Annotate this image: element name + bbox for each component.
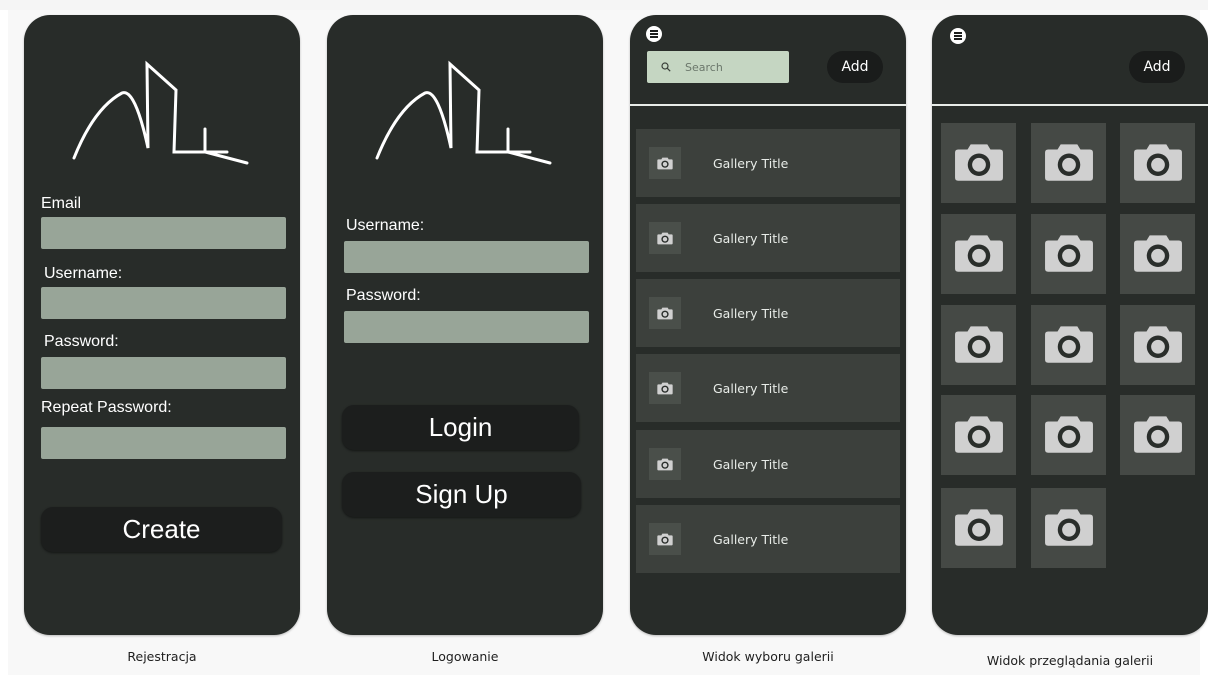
menu-icon[interactable] xyxy=(646,26,662,42)
photo-thumbnail[interactable] xyxy=(1031,395,1106,475)
password-label: Password: xyxy=(44,333,119,350)
top-strip xyxy=(0,0,1208,10)
login-button[interactable]: Login xyxy=(342,405,579,450)
gallery-list-item[interactable]: Gallery Title xyxy=(636,279,900,347)
camera-icon xyxy=(1133,140,1183,187)
gallery-select-caption: Widok wyboru galerii xyxy=(702,649,834,664)
photo-thumbnail[interactable] xyxy=(1031,488,1106,568)
app-logo xyxy=(375,60,552,165)
photo-thumbnail[interactable] xyxy=(1120,123,1195,203)
gallery-list-item[interactable]: Gallery Title xyxy=(636,204,900,272)
gallery-title: Gallery Title xyxy=(713,305,789,321)
username-field[interactable] xyxy=(41,287,286,319)
camera-icon xyxy=(954,322,1004,369)
email-label: Email xyxy=(41,195,82,212)
photo-thumbnail[interactable] xyxy=(941,395,1016,475)
camera-icon xyxy=(954,505,1004,552)
username-label: Username: xyxy=(44,265,123,282)
photo-thumbnail[interactable] xyxy=(941,488,1016,568)
camera-icon xyxy=(649,222,681,254)
gallery-view-caption: Widok przeglądania galerii xyxy=(986,653,1154,668)
gallery-list-item[interactable]: Gallery Title xyxy=(636,354,900,422)
photo-thumbnail[interactable] xyxy=(1120,305,1195,385)
add-gallery-button[interactable]: Add xyxy=(827,51,883,83)
camera-icon xyxy=(649,297,681,329)
login-caption: Logowanie xyxy=(431,649,499,664)
camera-icon xyxy=(1044,412,1094,459)
username-field[interactable] xyxy=(344,241,589,273)
menu-icon[interactable] xyxy=(950,28,966,44)
camera-icon xyxy=(954,231,1004,278)
password-field[interactable] xyxy=(344,311,589,343)
password-label: Password: xyxy=(346,287,421,304)
camera-icon xyxy=(1044,140,1094,187)
gallery-select-screen: Add Gallery Title Gallery Title Gallery Ti… xyxy=(630,15,906,635)
search-bar[interactable] xyxy=(647,51,789,83)
add-photo-button[interactable]: Add xyxy=(1129,51,1185,83)
repeat-password-label: Repeat Password: xyxy=(41,399,172,416)
camera-icon xyxy=(649,523,681,555)
camera-icon xyxy=(1133,412,1183,459)
search-icon xyxy=(661,62,671,72)
photo-thumbnail[interactable] xyxy=(941,305,1016,385)
gallery-title: Gallery Title xyxy=(713,230,789,246)
header-divider xyxy=(932,104,1208,106)
camera-icon xyxy=(1044,231,1094,278)
photo-thumbnail[interactable] xyxy=(941,214,1016,294)
camera-icon xyxy=(954,140,1004,187)
gallery-list-item[interactable]: Gallery Title xyxy=(636,129,900,197)
register-screen: Email Username: Password: Repeat Passwor… xyxy=(24,15,300,635)
camera-icon xyxy=(1044,322,1094,369)
camera-icon xyxy=(649,448,681,480)
photo-thumbnail[interactable] xyxy=(941,123,1016,203)
gallery-list-item[interactable]: Gallery Title xyxy=(636,430,900,498)
search-input[interactable] xyxy=(683,59,777,75)
gallery-title: Gallery Title xyxy=(713,380,789,396)
photo-thumbnail[interactable] xyxy=(1031,305,1106,385)
login-screen: Username: Password: Login Sign Up xyxy=(327,15,603,635)
camera-icon xyxy=(649,372,681,404)
create-button[interactable]: Create xyxy=(41,507,282,552)
photo-thumbnail[interactable] xyxy=(1031,214,1106,294)
gallery-title: Gallery Title xyxy=(713,531,789,547)
photo-thumbnail[interactable] xyxy=(1120,214,1195,294)
sign-up-button[interactable]: Sign Up xyxy=(342,472,581,517)
camera-icon xyxy=(649,147,681,179)
username-label: Username: xyxy=(346,217,425,234)
photo-thumbnail[interactable] xyxy=(1120,395,1195,475)
header-divider xyxy=(630,104,906,106)
camera-icon xyxy=(954,412,1004,459)
register-caption: Rejestracja xyxy=(127,649,197,664)
email-field[interactable] xyxy=(41,217,286,249)
camera-icon xyxy=(1133,322,1183,369)
gallery-title: Gallery Title xyxy=(713,456,789,472)
password-field[interactable] xyxy=(41,357,286,389)
camera-icon xyxy=(1044,505,1094,552)
gallery-list-item[interactable]: Gallery Title xyxy=(636,505,900,573)
gallery-view-screen: Add xyxy=(932,15,1208,635)
photo-thumbnail[interactable] xyxy=(1031,123,1106,203)
camera-icon xyxy=(1133,231,1183,278)
gallery-title: Gallery Title xyxy=(713,155,789,171)
repeat-password-field[interactable] xyxy=(41,427,286,459)
app-logo xyxy=(72,60,249,165)
